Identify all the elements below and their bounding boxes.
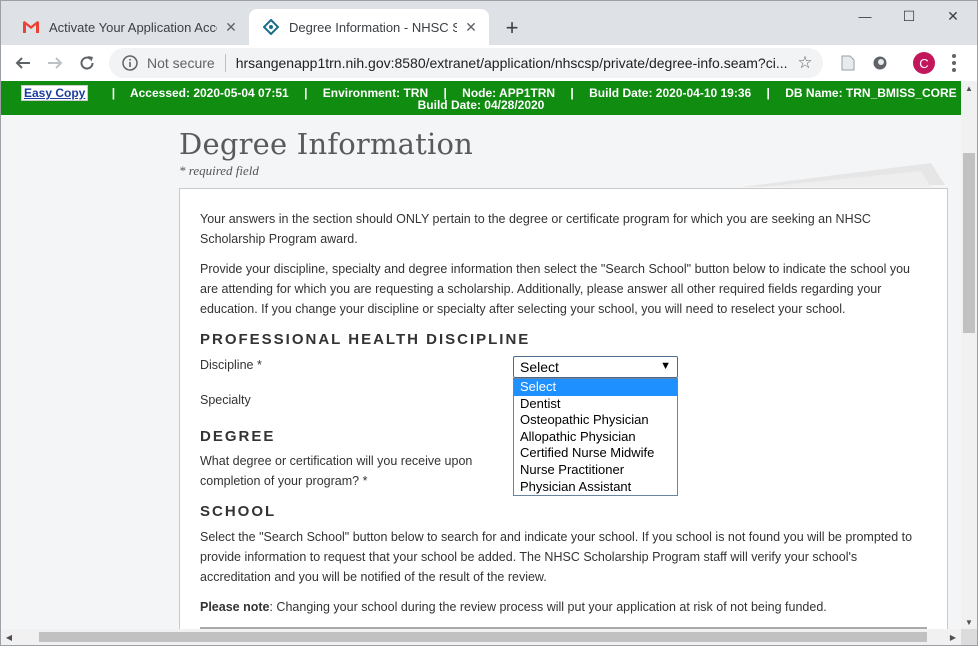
discipline-option[interactable]: Physician Assistant: [514, 479, 677, 496]
school-change-note: Please note: Changing your school during…: [200, 597, 920, 617]
close-window-button[interactable]: ✕: [931, 1, 975, 31]
degree-question-label: What degree or certification will you re…: [200, 454, 473, 488]
back-button[interactable]: [9, 49, 37, 77]
not-secure-label: Not secure: [147, 55, 215, 71]
horizontal-scrollbar[interactable]: ◀ ▶: [1, 629, 961, 645]
bookmark-star-icon[interactable]: ☆: [795, 53, 815, 73]
new-tab-button[interactable]: +: [499, 15, 525, 41]
browser-window: Activate Your Application Accoun ✕ Degre…: [0, 0, 978, 646]
school-instructions: Select the "Search School" button below …: [200, 530, 913, 584]
section-heading-degree: DEGREE: [200, 428, 276, 445]
specialty-label: Specialty: [200, 393, 251, 407]
dropdown-arrow-icon: ▼: [660, 360, 671, 372]
discipline-option[interactable]: Nurse Practitioner: [514, 462, 677, 479]
address-bar[interactable]: Not secure hrsangenapp1trn.nih.gov:8580/…: [109, 48, 823, 78]
tab-title: Activate Your Application Accoun: [49, 19, 217, 35]
discipline-label: Discipline *: [200, 358, 262, 372]
required-field-note: * required field: [179, 163, 259, 178]
browser-toolbar: Not secure hrsangenapp1trn.nih.gov:8580/…: [1, 45, 977, 82]
profile-avatar[interactable]: C: [913, 52, 935, 74]
forward-arrow-icon: [48, 57, 63, 69]
db-build-date-info: Build Date: 04/28/2020: [417, 98, 545, 112]
discipline-option[interactable]: Osteopathic Physician: [514, 412, 677, 429]
extension-circle-icon[interactable]: [871, 54, 889, 72]
browser-menu-icon[interactable]: [947, 54, 961, 72]
tab-gmail[interactable]: Activate Your Application Accoun ✕: [9, 9, 249, 45]
nhsc-logo-icon: [263, 19, 279, 35]
scrollbar-corner: [961, 629, 977, 645]
intro-paragraph-1: Your answers in the section should ONLY …: [200, 212, 871, 246]
url-text[interactable]: hrsangenapp1trn.nih.gov:8580/extranet/ap…: [236, 55, 796, 71]
discipline-option[interactable]: Dentist: [514, 396, 677, 413]
tab-degree-information[interactable]: Degree Information - NHSC Scho ✕: [249, 9, 489, 45]
back-arrow-icon: [15, 57, 30, 69]
note-text: : Changing your school during the review…: [269, 600, 827, 614]
extension-page-icon[interactable]: [839, 54, 857, 72]
scroll-down-icon[interactable]: ▼: [961, 615, 977, 629]
paper-stack-decoration: [741, 163, 945, 187]
scroll-right-icon[interactable]: ▶: [945, 629, 961, 645]
discipline-dropdown-list: Select Dentist Osteopathic Physician All…: [513, 378, 678, 497]
maximize-button[interactable]: ☐: [887, 1, 931, 31]
page-title: Degree Information: [179, 127, 474, 161]
close-tab-icon[interactable]: ✕: [223, 19, 239, 35]
tab-strip: Activate Your Application Accoun ✕ Degre…: [1, 1, 977, 45]
omnibox-divider: [224, 54, 226, 72]
discipline-selected-value: Select: [520, 359, 559, 375]
tab-title: Degree Information - NHSC Scho: [289, 19, 457, 35]
close-tab-icon[interactable]: ✕: [463, 19, 479, 35]
info-icon[interactable]: [121, 54, 139, 72]
discipline-option[interactable]: Select: [514, 379, 677, 396]
environment-bar: Easy Copy | Accessed: 2020-05-04 07:51 |…: [1, 81, 961, 115]
horizontal-scroll-thumb[interactable]: [39, 632, 927, 642]
page-viewport: Easy Copy | Accessed: 2020-05-04 07:51 |…: [1, 81, 961, 629]
gmail-icon: [23, 19, 39, 35]
intro-paragraph-2: Provide your discipline, specialty and d…: [200, 262, 910, 316]
discipline-option[interactable]: Allopathic Physician: [514, 429, 677, 446]
degree-form-card: Your answers in the section should ONLY …: [179, 188, 948, 629]
minimize-button[interactable]: —: [843, 1, 887, 31]
reload-button[interactable]: [73, 49, 101, 77]
discipline-option[interactable]: Certified Nurse Midwife: [514, 445, 677, 462]
scroll-left-icon[interactable]: ◀: [1, 629, 17, 645]
note-label: Please note: [200, 600, 270, 614]
reload-icon: [80, 56, 94, 70]
section-heading-school: SCHOOL: [200, 503, 277, 520]
forward-button[interactable]: [41, 49, 69, 77]
vertical-scrollbar[interactable]: ▲ ▼: [961, 81, 977, 629]
vertical-scroll-thumb[interactable]: [963, 153, 975, 333]
section-heading-discipline: PROFESSIONAL HEALTH DISCIPLINE: [200, 331, 531, 348]
discipline-select[interactable]: Select ▼: [513, 356, 678, 378]
scroll-up-icon[interactable]: ▲: [961, 81, 977, 95]
